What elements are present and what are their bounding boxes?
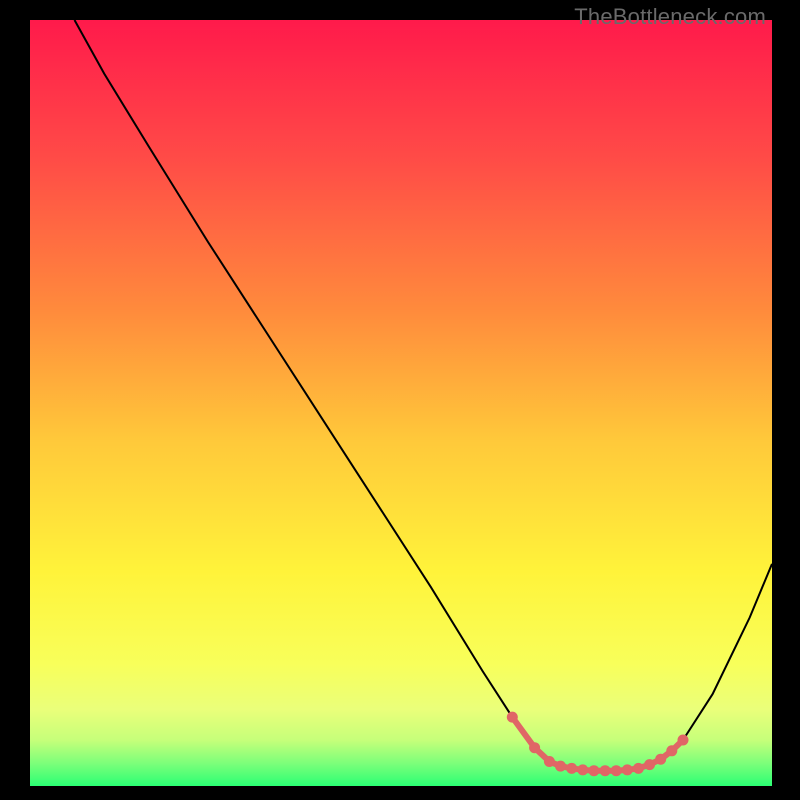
watermark-text: TheBottleneck.com bbox=[574, 4, 766, 30]
chart-svg bbox=[30, 20, 772, 786]
chart-frame bbox=[30, 20, 772, 786]
